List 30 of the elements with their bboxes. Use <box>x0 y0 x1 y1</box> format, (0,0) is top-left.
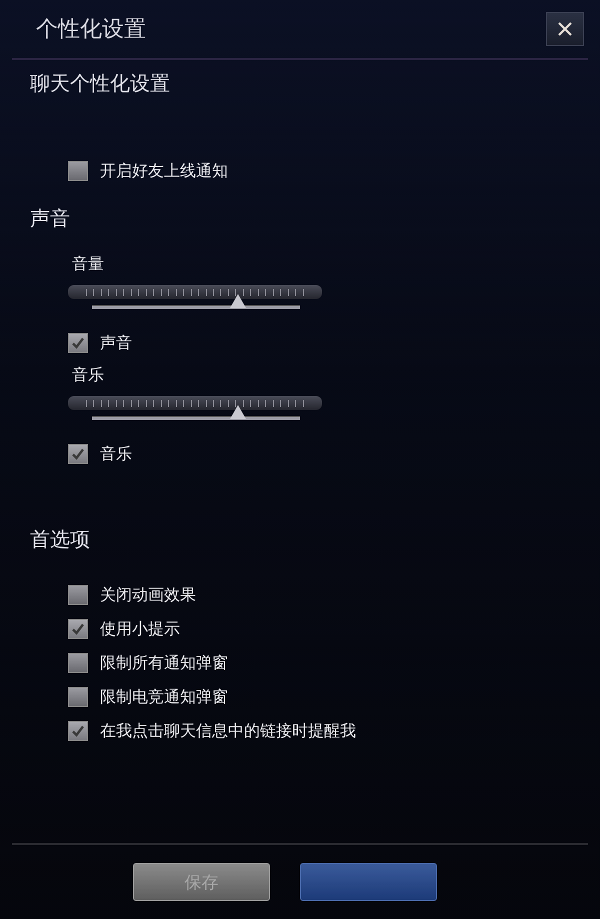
window-title: 个性化设置 <box>36 16 146 44</box>
close-icon <box>556 20 574 38</box>
section-heading: 声音 <box>30 205 70 232</box>
checkbox-label: 关闭动画效果 <box>100 584 196 606</box>
checkbox-label: 音乐 <box>100 444 132 464</box>
checkbox-label: 使用小提示 <box>100 618 180 640</box>
section-heading: 首选项 <box>30 526 90 553</box>
checkbox-label: 限制电竞通知弹窗 <box>100 686 228 708</box>
close-button[interactable] <box>546 12 584 46</box>
check-icon <box>71 336 85 350</box>
slider-thumb[interactable] <box>230 294 246 308</box>
checkbox-label: 在我点击聊天信息中的链接时提醒我 <box>100 720 356 742</box>
checkbox[interactable] <box>68 687 88 707</box>
checkbox[interactable] <box>68 619 88 639</box>
slider-label: 音量 <box>72 254 104 275</box>
checkbox[interactable] <box>68 585 88 605</box>
checkbox[interactable] <box>68 161 88 181</box>
checkbox-label: 限制所有通知弹窗 <box>100 652 228 674</box>
check-icon <box>71 447 85 461</box>
checkbox[interactable] <box>68 444 88 464</box>
checkbox-label: 声音 <box>100 332 132 354</box>
section-heading: 聊天个性化设置 <box>30 70 170 97</box>
checkbox-label: 开启好友上线通知 <box>100 160 228 182</box>
slider-label: 音乐 <box>72 365 104 386</box>
check-icon <box>71 622 85 636</box>
slider-thumb[interactable] <box>230 405 246 419</box>
check-icon <box>71 724 85 738</box>
checkbox[interactable] <box>68 721 88 741</box>
checkbox[interactable] <box>68 333 88 353</box>
checkbox[interactable] <box>68 653 88 673</box>
